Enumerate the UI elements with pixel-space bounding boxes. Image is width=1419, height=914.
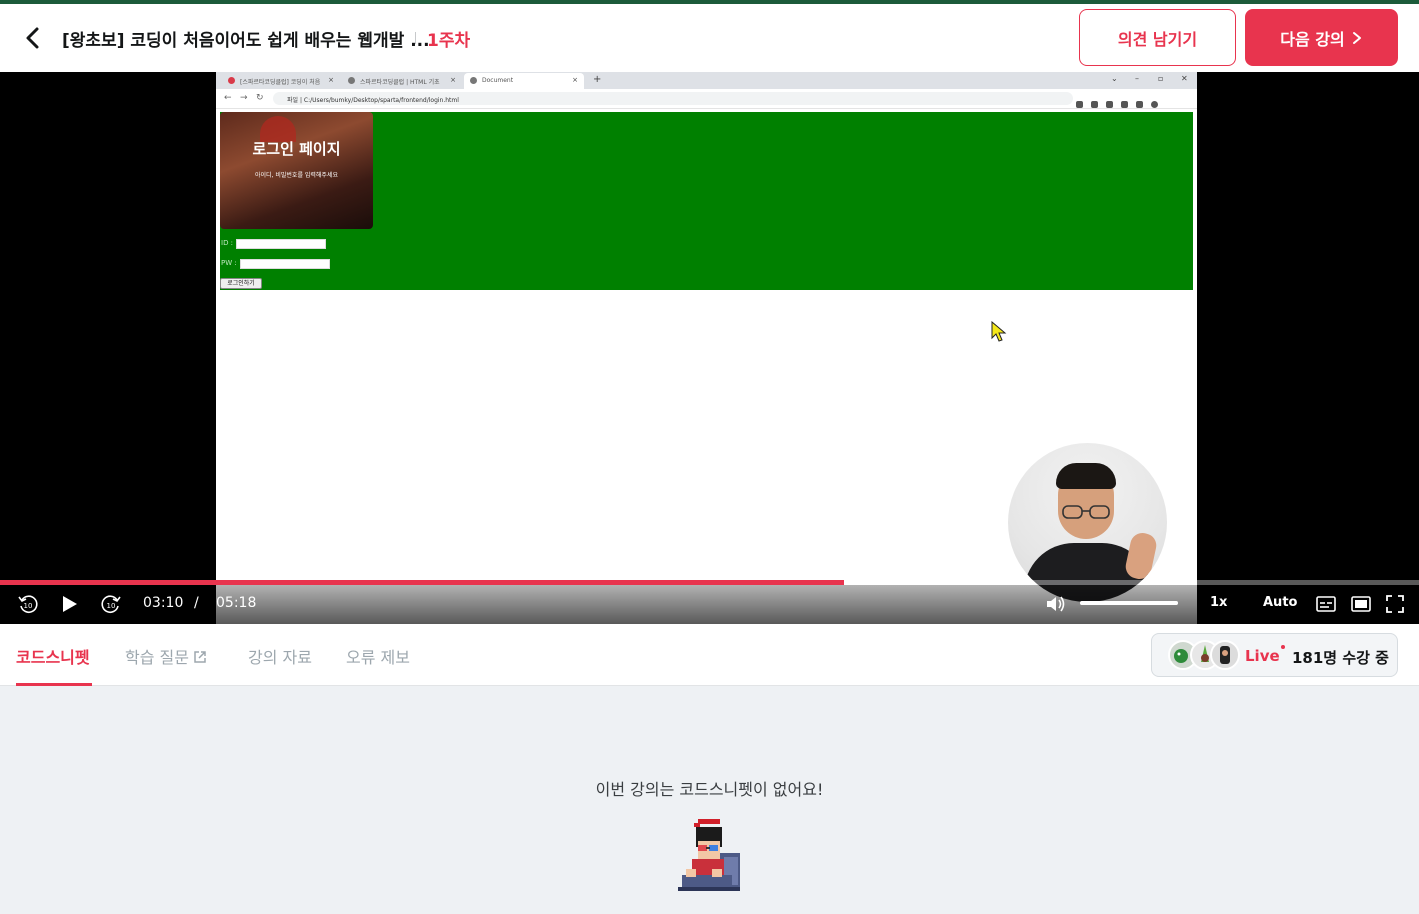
tab-favicon-icon [470, 77, 477, 84]
title-divider [415, 32, 416, 44]
tab-close-icon: × [450, 76, 456, 84]
next-lecture-label: 다음 강의 [1280, 29, 1345, 49]
hero-title: 로그인 페이지 [252, 140, 341, 158]
current-time: 03:10 [143, 595, 184, 611]
rewind-10-button[interactable]: 10 [16, 593, 40, 615]
url-bar: 파일 | C:/Users/bumky/Desktop/sparta/front… [273, 92, 1073, 105]
browser-tabbar: [스파르타코딩클럽] 코딩이 처음 × 스파르타코딩클럽 | HTML 기초 × D… [216, 72, 1197, 89]
quality-button[interactable]: Auto [1263, 595, 1297, 610]
header: [왕초보] 코딩이 처음이어도 쉽게 배우는 웹개발 ... 1주차 의견 남기… [0, 4, 1419, 72]
volume-slider[interactable] [1080, 601, 1178, 605]
volume-icon [1047, 596, 1065, 612]
tab-favicon-icon [228, 77, 235, 84]
browser-tab: [스파르타코딩클럽] 코딩이 처음 × [222, 73, 340, 89]
chevron-right-icon [1352, 31, 1361, 44]
live-viewer-count: 181명 수강 중 [1292, 649, 1389, 667]
new-tab-icon: + [593, 74, 602, 85]
content-tabs: 코드스니펫 학습 질문 강의 자료 오류 제보 Live 181명 수강 중 [0, 624, 1419, 686]
theater-mode-icon [1351, 596, 1371, 612]
play-icon [63, 596, 77, 612]
active-tab-indicator [16, 683, 92, 686]
feedback-button-label: 의견 남기기 [1117, 29, 1198, 49]
feedback-button[interactable]: 의견 남기기 [1079, 9, 1236, 66]
video-player[interactable]: [스파르타코딩클럽] 코딩이 처음 × 스파르타코딩클럽 | HTML 기초 × D… [0, 72, 1419, 624]
speed-button[interactable]: 1x [1210, 595, 1227, 610]
close-window-icon: ✕ [1181, 74, 1188, 83]
login-hero-banner: 로그인 페이지 아이디, 비밀번호를 입력해주세요 [220, 112, 373, 229]
back-button[interactable] [20, 24, 46, 52]
pw-label: PW : [221, 259, 237, 267]
volume-button[interactable] [1043, 593, 1067, 615]
live-viewers-badge[interactable]: Live 181명 수강 중 [1151, 633, 1398, 677]
tab-error-report[interactable]: 오류 제보 [346, 644, 410, 668]
fullscreen-button[interactable] [1383, 593, 1407, 615]
extension-icons [1076, 93, 1186, 108]
browser-tab-active: Document × [464, 73, 584, 89]
rewind-10-icon: 10 [18, 595, 38, 613]
course-title: [왕초보] 코딩이 처음이어도 쉽게 배우는 웹개발 ... [62, 31, 430, 51]
fullscreen-icon [1386, 595, 1404, 613]
svg-text:10: 10 [24, 602, 33, 610]
forward-10-icon: 10 [101, 595, 121, 613]
subtitles-button[interactable] [1314, 593, 1338, 615]
login-page-container: 로그인 페이지 아이디, 비밀번호를 입력해주세요 ID : PW : 로그인하… [220, 112, 1193, 290]
live-dot-icon [1281, 645, 1285, 649]
tab-code-snippet[interactable]: 코드스니펫 [16, 644, 90, 668]
avatar [1210, 640, 1240, 670]
browser-addressbar: ← → ↻ 파일 | C:/Users/bumky/Desktop/sparta… [216, 89, 1197, 109]
browser-tab: 스파르타코딩클럽 | HTML 기초 × [342, 73, 462, 89]
minimize-icon: – [1135, 74, 1139, 83]
theater-mode-button[interactable] [1349, 593, 1373, 615]
svg-text:10: 10 [107, 602, 116, 610]
external-link-icon [194, 651, 206, 663]
id-input [236, 239, 326, 249]
hero-subtitle: 아이디, 비밀번호를 입력해주세요 [254, 172, 338, 179]
play-button[interactable] [57, 593, 81, 615]
tab-materials[interactable]: 강의 자료 [248, 644, 312, 668]
chevron-left-icon [26, 27, 39, 49]
glasses-icon [1062, 505, 1110, 519]
empty-state-message: 이번 강의는 코드스니펫이 없어요! [595, 780, 824, 799]
tab-favicon-icon [348, 77, 355, 84]
maximize-icon: ▫ [1158, 74, 1164, 83]
subtitles-icon [1316, 596, 1336, 612]
mouse-cursor-icon [991, 321, 1007, 342]
spartan-mascot-icon [678, 819, 740, 891]
player-controls: 10 10 03:10 / 05:18 1x Auto [0, 585, 1419, 624]
tab-close-icon: × [572, 76, 578, 84]
time-separator: / [194, 595, 199, 611]
duration: 05:18 [216, 595, 257, 611]
next-lecture-button[interactable]: 다음 강의 [1245, 9, 1398, 66]
instructor-hair [1056, 463, 1116, 489]
browser-forward-icon: → [240, 93, 248, 103]
id-label: ID : [221, 239, 234, 247]
volume-level [1080, 601, 1178, 605]
week-label: 1주차 [427, 31, 471, 51]
browser-back-icon: ← [224, 93, 232, 103]
tab-search-icon: ⌄ [1111, 74, 1118, 83]
tab-close-icon: × [328, 76, 334, 84]
live-label: Live [1245, 647, 1280, 665]
instructor-webcam [1008, 443, 1167, 602]
reload-icon: ↻ [256, 93, 264, 103]
pw-input [240, 259, 330, 269]
tab-questions[interactable]: 학습 질문 [125, 644, 207, 668]
forward-10-button[interactable]: 10 [99, 593, 123, 615]
login-button: 로그인하기 [220, 278, 262, 289]
